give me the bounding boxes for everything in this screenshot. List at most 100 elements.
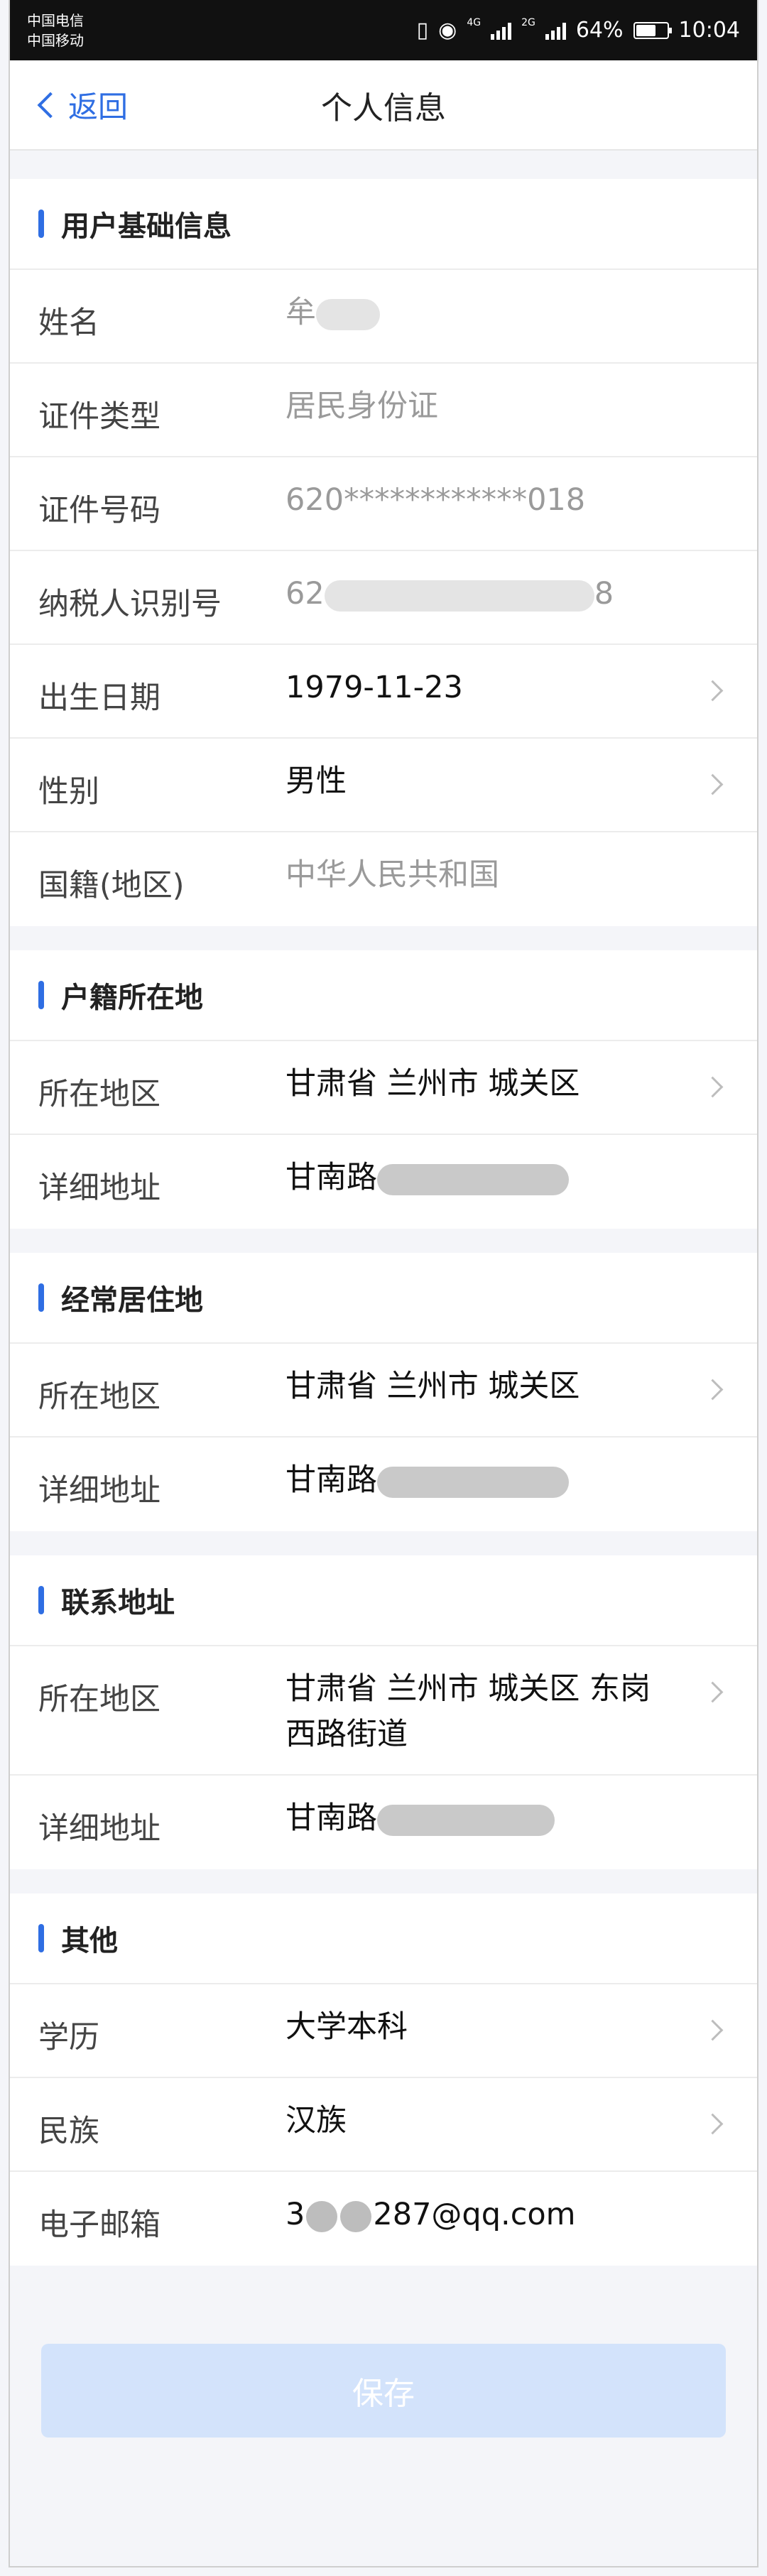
row-address[interactable]: 详细地址 甘南路 [10, 1438, 757, 1531]
vibrate-icon: ▯ [416, 18, 429, 43]
row-label: 电子邮箱 [38, 2207, 161, 2243]
section-header: 用户基础信息 [10, 179, 757, 270]
row-label: 学历 [38, 2020, 99, 2055]
section-header: 联系地址 [10, 1555, 757, 1646]
row-value: 汉族 [285, 2103, 347, 2138]
redaction-blur [340, 2200, 372, 2232]
row-value: 62 8 [285, 543, 723, 634]
name-text: 牟 [285, 295, 316, 330]
battery-percent: 64% [575, 18, 624, 43]
status-icons: ▯ ◉ 4G 2G 64% 10:04 [417, 18, 740, 43]
row-value: 牟 [285, 261, 723, 352]
address-text: 甘南路 [285, 1462, 377, 1498]
section-title: 户籍所在地 [61, 982, 203, 1014]
row-value: 1979-11-23 [285, 670, 463, 705]
spacer [10, 1869, 757, 1893]
nav-bar: 个人信息 返回 [10, 60, 757, 151]
redaction-blur [377, 1804, 555, 1836]
row-label: 详细地址 [38, 1811, 161, 1847]
section-title: 用户基础信息 [61, 210, 232, 243]
row-email[interactable]: 电子邮箱 3 287@qq.com [10, 2172, 757, 2266]
redaction-blur [377, 1163, 569, 1195]
address-text: 甘南路 [285, 1160, 377, 1195]
status-bar: 中国电信 中国移动 ▯ ◉ 4G 2G 64% 10:04 [10, 0, 757, 60]
section-basic-info: 用户基础信息 姓名 牟 证件类型 居民身份证 证件号码 620*********… [10, 179, 757, 926]
section-header: 其他 [10, 1893, 757, 1984]
address-text: 甘南路 [285, 1800, 377, 1836]
row-region[interactable]: 所在地区 甘肃省 兰州市 城关区 [10, 1344, 757, 1438]
row-address[interactable]: 详细地址 甘南路 [10, 1135, 757, 1229]
section-marker [38, 1924, 44, 1952]
email-suffix: 287@qq.com [373, 2197, 576, 2232]
row-region[interactable]: 所在地区 甘肃省 兰州市 城关区 东岗西路街道 [10, 1646, 757, 1776]
taxid-suffix: 8 [594, 576, 614, 612]
redaction-blur [316, 298, 380, 330]
row-value: 中华人民共和国 [285, 857, 499, 893]
row-label: 证件类型 [38, 399, 161, 435]
row-value: 3 287@qq.com [285, 2163, 723, 2254]
redaction-blur [306, 2200, 338, 2232]
section-contact-address: 联系地址 所在地区 甘肃省 兰州市 城关区 东岗西路街道 详细地址 甘南路 [10, 1555, 757, 1869]
row-id-number: 证件号码 620************018 [10, 457, 757, 551]
row-ethnicity[interactable]: 民族 汉族 [10, 2078, 757, 2172]
section-residence: 经常居住地 所在地区 甘肃省 兰州市 城关区 详细地址 甘南路 [10, 1253, 757, 1531]
phone-screen: 中国电信 中国移动 ▯ ◉ 4G 2G 64% 10:04 个人信息 返回 用户… [9, 0, 758, 2567]
row-label: 详细地址 [38, 1473, 161, 1509]
battery-icon [633, 21, 672, 39]
taxid-prefix: 62 [285, 576, 325, 612]
email-prefix: 3 [285, 2197, 305, 2232]
row-value: 甘肃省 兰州市 城关区 [285, 1066, 580, 1102]
row-label: 所在地区 [38, 1682, 161, 1717]
row-address[interactable]: 详细地址 甘南路 [10, 1776, 757, 1869]
row-value: 620************018 [285, 482, 586, 518]
section-header: 户籍所在地 [10, 950, 757, 1041]
clock: 10:04 [678, 18, 740, 43]
row-value: 甘南路 [285, 1767, 723, 1858]
save-button[interactable]: 保存 [41, 2344, 726, 2438]
spacer [10, 151, 757, 179]
eye-icon: ◉ [438, 18, 457, 43]
row-tax-id: 纳税人识别号 62 8 [10, 551, 757, 645]
section-other: 其他 学历 大学本科 民族 汉族 电子邮箱 3 287@qq.com [10, 1893, 757, 2266]
redaction-blur [324, 580, 594, 612]
back-label: 返回 [68, 89, 129, 124]
row-label: 所在地区 [38, 1379, 161, 1415]
section-marker [38, 981, 44, 1009]
row-education[interactable]: 学历 大学本科 [10, 1984, 757, 2078]
row-region[interactable]: 所在地区 甘肃省 兰州市 城关区 [10, 1041, 757, 1135]
section-marker [38, 1283, 44, 1312]
section-title: 其他 [61, 1925, 118, 1957]
carrier-1: 中国电信 [27, 11, 84, 29]
row-value: 甘肃省 兰州市 城关区 [285, 1369, 580, 1404]
row-nationality: 国籍(地区) 中华人民共和国 [10, 832, 757, 926]
signal-icon [491, 21, 512, 40]
row-value: 居民身份证 [285, 388, 438, 424]
spacer [10, 1531, 757, 1555]
row-gender[interactable]: 性别 男性 [10, 739, 757, 832]
row-label: 性别 [38, 774, 99, 810]
row-label: 国籍(地区) [38, 868, 185, 903]
row-label: 姓名 [38, 305, 99, 341]
carrier-2: 中国移动 [27, 31, 84, 49]
row-value: 甘南路 [285, 1126, 723, 1217]
section-header: 经常居住地 [10, 1253, 757, 1344]
redaction-blur [377, 1466, 569, 1498]
row-birth-date[interactable]: 出生日期 1979-11-23 [10, 645, 757, 739]
row-name: 姓名 牟 [10, 270, 757, 364]
spacer [10, 926, 757, 950]
row-label: 纳税人识别号 [38, 587, 222, 622]
spacer [10, 1229, 757, 1253]
back-button[interactable]: 返回 [37, 60, 128, 149]
section-title: 经常居住地 [61, 1284, 203, 1317]
row-value: 大学本科 [285, 2009, 408, 2045]
row-value: 甘肃省 兰州市 城关区 东岗西路街道 [285, 1671, 651, 1752]
battery-fill [636, 24, 656, 36]
row-label: 出生日期 [38, 680, 161, 716]
row-value: 男性 [285, 763, 347, 799]
row-value: 甘南路 [285, 1429, 723, 1520]
carrier-info: 中国电信 中国移动 [27, 11, 84, 50]
chevron-left-icon [37, 92, 64, 118]
section-marker [38, 1586, 44, 1614]
network-type-1: 4G [467, 17, 482, 28]
row-label: 证件号码 [38, 493, 161, 528]
